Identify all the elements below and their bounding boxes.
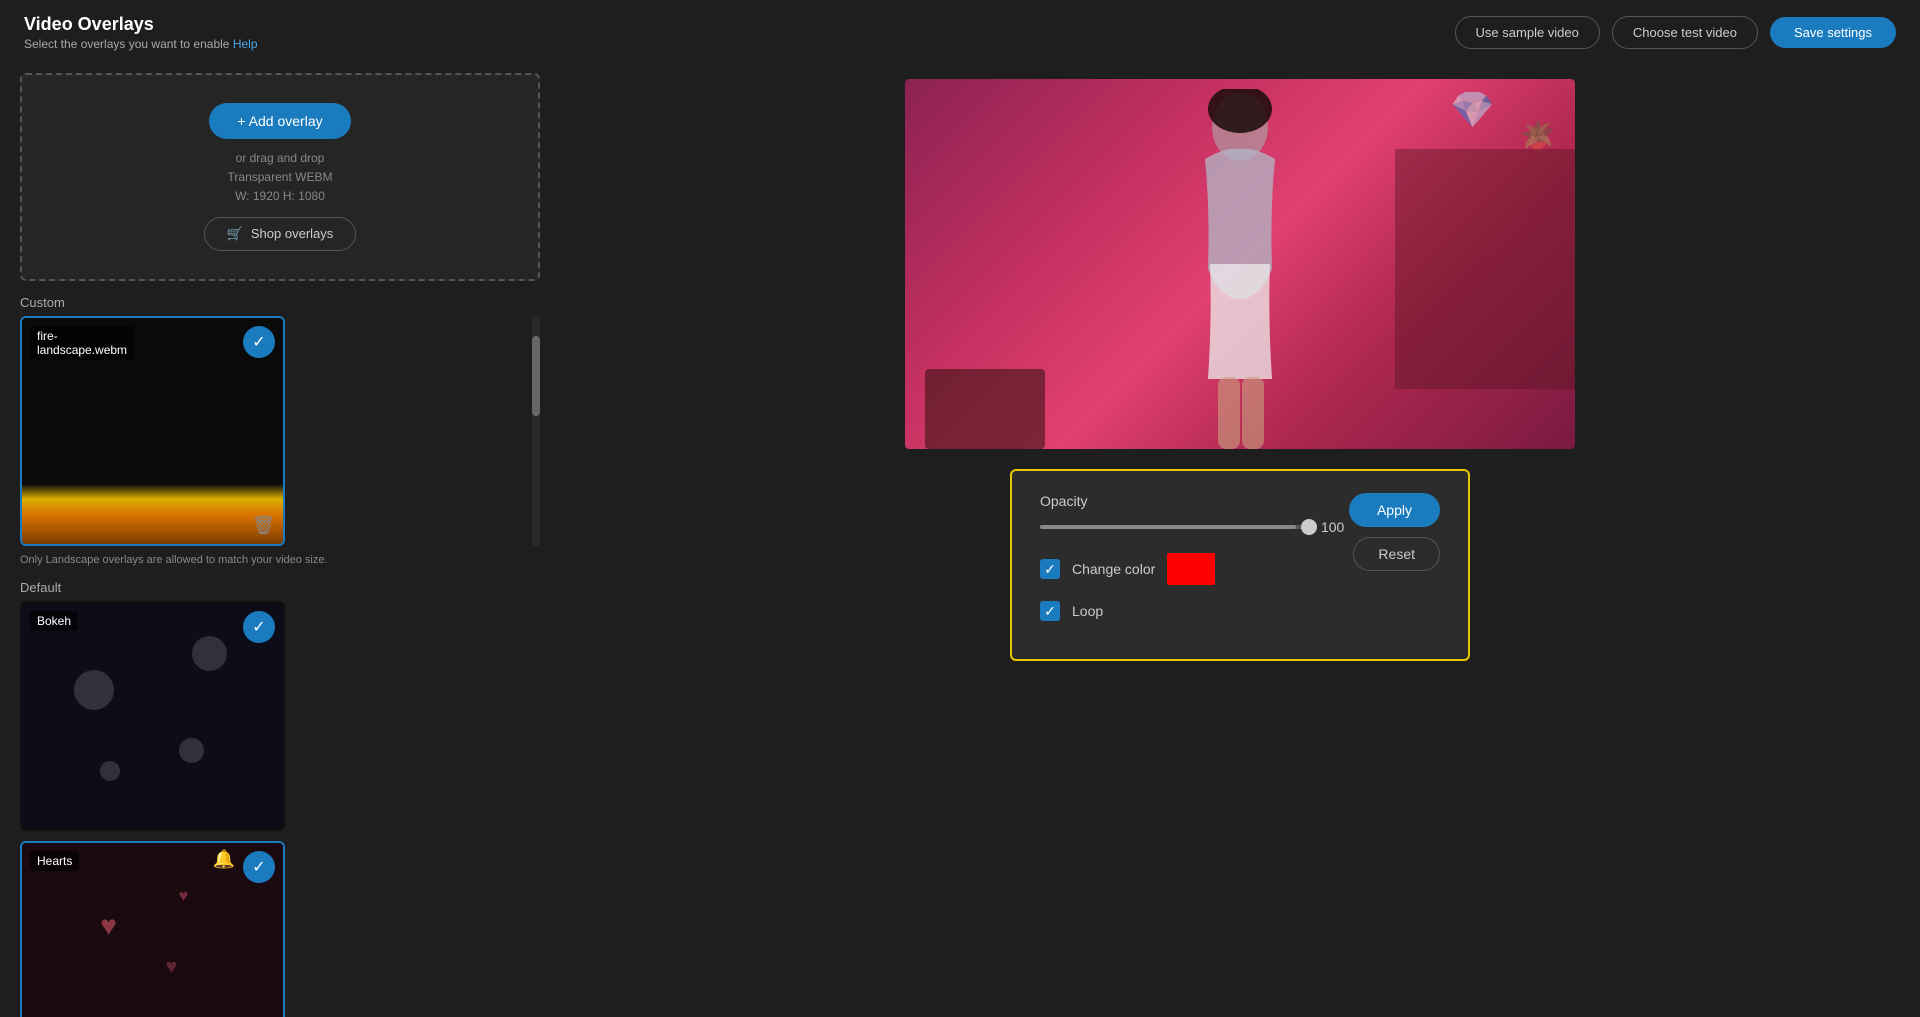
drop-hint: or drag and drop Transparent WEBM W: 192…: [228, 149, 333, 207]
header-actions: Use sample video Choose test video Save …: [1455, 16, 1896, 49]
shop-overlays-button[interactable]: 🛒 Shop overlays: [204, 217, 357, 251]
settings-panel: Opacity 100 ✓ Change color: [1010, 469, 1470, 661]
loop-label: Loop: [1072, 603, 1152, 619]
overlay-check-hearts: ✓: [243, 851, 275, 883]
page-title: Video Overlays: [24, 14, 258, 35]
overlay-item-fire-landscape[interactable]: fire-landscape.webm ✓ 🗑: [20, 316, 285, 546]
change-color-checkbox[interactable]: ✓: [1040, 559, 1060, 579]
default-section: Default Bokeh ✓ ♥ ♥: [20, 580, 540, 1017]
opacity-label: Opacity: [1040, 493, 1349, 509]
opacity-value: 100: [1321, 519, 1349, 535]
settings-left: Opacity 100 ✓ Change color: [1040, 493, 1349, 637]
choose-test-video-button[interactable]: Choose test video: [1612, 16, 1758, 49]
opacity-slider-fill: [1040, 525, 1296, 529]
add-overlay-button[interactable]: + Add overlay: [209, 103, 350, 139]
settings-right: Apply Reset: [1349, 493, 1440, 637]
header: Video Overlays Select the overlays you w…: [0, 0, 1920, 61]
help-link[interactable]: Help: [233, 37, 258, 51]
custom-section: Custom fire-landscape.webm ✓ 🗑: [20, 295, 540, 566]
loop-checkbox[interactable]: ✓: [1040, 601, 1060, 621]
video-preview: 💎 🪴: [905, 79, 1575, 449]
header-subtitle: Select the overlays you want to enable H…: [24, 37, 258, 51]
main-content: + Add overlay or drag and drop Transpare…: [0, 61, 1920, 1017]
overlay-item-bokeh[interactable]: Bokeh ✓: [20, 601, 285, 831]
opacity-section: Opacity 100: [1040, 493, 1349, 535]
custom-overlay-list: fire-landscape.webm ✓ 🗑: [20, 316, 528, 546]
overlay-check-fire: ✓: [243, 326, 275, 358]
overlay-label-hearts: Hearts: [30, 851, 79, 871]
bokeh-preview: [22, 603, 283, 829]
video-background: 💎 🪴: [905, 79, 1575, 449]
fire-strip: [22, 484, 283, 544]
delete-icon-fire[interactable]: 🗑: [252, 515, 275, 536]
settings-main-row: Opacity 100 ✓ Change color: [1040, 493, 1440, 637]
opacity-slider-thumb[interactable]: [1301, 519, 1317, 535]
opacity-slider-track[interactable]: [1040, 525, 1309, 529]
change-color-label: Change color: [1072, 561, 1155, 577]
overlay-label-fire: fire-landscape.webm: [30, 326, 134, 360]
custom-scroll-area: fire-landscape.webm ✓ 🗑: [20, 316, 540, 546]
right-panel: 💎 🪴 Opacity: [560, 61, 1920, 1017]
custom-section-label: Custom: [20, 295, 540, 310]
use-sample-video-button[interactable]: Use sample video: [1455, 16, 1600, 49]
default-section-label: Default: [20, 580, 540, 595]
custom-overlay-grid: fire-landscape.webm ✓ 🗑: [20, 316, 524, 546]
default-overlay-grid: Bokeh ✓ ♥ ♥ ♥ Hearts 🔔 ✓: [20, 601, 540, 1017]
woman-figure: [1150, 89, 1330, 449]
overlay-item-hearts[interactable]: ♥ ♥ ♥ Hearts 🔔 ✓: [20, 841, 285, 1017]
header-left: Video Overlays Select the overlays you w…: [24, 14, 258, 51]
landscape-warning: Only Landscape overlays are allowed to m…: [20, 554, 540, 566]
drop-zone: + Add overlay or drag and drop Transpare…: [20, 73, 540, 281]
change-color-row: ✓ Change color: [1040, 553, 1349, 585]
cart-icon: 🛒: [227, 226, 243, 242]
overlay-label-bokeh: Bokeh: [30, 611, 78, 631]
scrollbar-thumb[interactable]: [532, 336, 540, 416]
save-settings-button[interactable]: Save settings: [1770, 17, 1896, 48]
reset-button[interactable]: Reset: [1353, 537, 1440, 571]
left-panel: + Add overlay or drag and drop Transpare…: [0, 61, 560, 1017]
color-swatch[interactable]: [1167, 553, 1215, 585]
loop-row: ✓ Loop: [1040, 601, 1349, 621]
note-icon-hearts: 🔔: [213, 849, 235, 870]
scrollbar-track[interactable]: [532, 316, 540, 546]
apply-button[interactable]: Apply: [1349, 493, 1440, 527]
overlay-check-bokeh: ✓: [243, 611, 275, 643]
opacity-slider-row: 100: [1040, 519, 1349, 535]
